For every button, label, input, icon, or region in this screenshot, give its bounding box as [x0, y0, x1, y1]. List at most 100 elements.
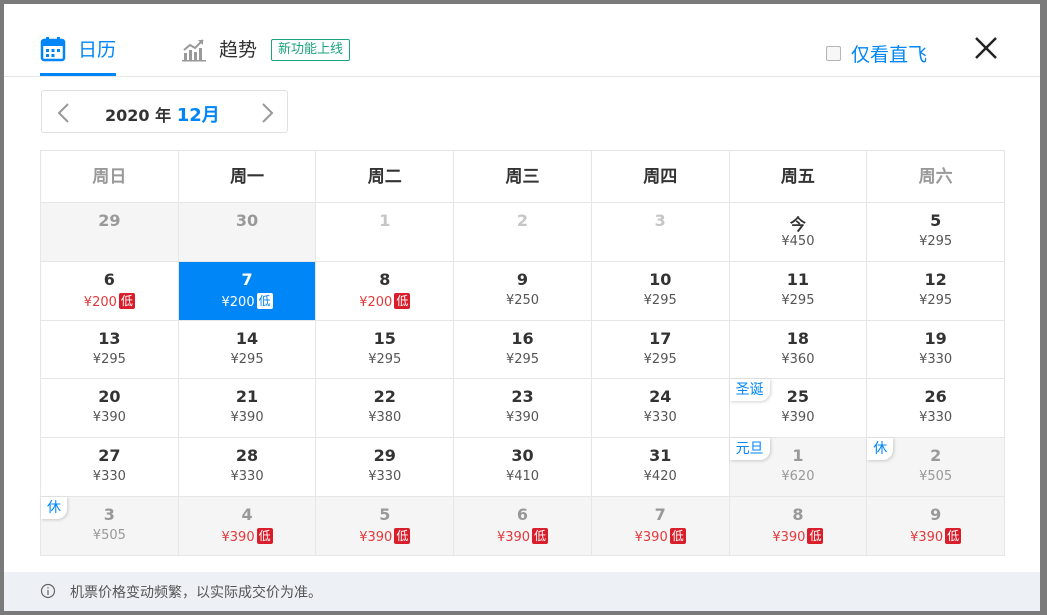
day-price: ¥620 — [781, 469, 815, 485]
day-price-row: ¥200 低 — [316, 292, 453, 310]
calendar-day[interactable]: 8 ¥200 低 — [316, 261, 455, 321]
direct-only-checkbox[interactable] — [826, 46, 841, 61]
calendar-day: 7 ¥390 低 — [591, 496, 730, 556]
chevron-left-icon[interactable] — [56, 102, 72, 124]
calendar-day[interactable]: 28 ¥330 — [178, 438, 317, 497]
day-price: ¥295 — [92, 351, 126, 367]
day-number: 今 — [789, 215, 806, 234]
weekday-header: 周六 — [867, 151, 1005, 203]
day-price: ¥390 — [505, 410, 540, 426]
day-price: ¥200 — [221, 294, 255, 310]
calendar-day[interactable]: 31 ¥420 — [591, 438, 730, 497]
info-icon — [40, 583, 56, 599]
calendar-day[interactable]: 22 ¥380 — [316, 379, 455, 439]
day-number: 24 — [649, 387, 672, 407]
day-price-row: ¥295 — [179, 352, 316, 367]
day-number: 18 — [786, 328, 810, 348]
calendar-day[interactable]: 15 ¥295 — [316, 320, 455, 380]
tab-calendar-label: 日历 — [78, 39, 117, 61]
day-number: 2 — [516, 211, 529, 230]
day-price-row: ¥390 — [179, 410, 316, 425]
calendar-day[interactable]: 21 ¥390 — [178, 379, 317, 439]
day-number: 30 — [511, 446, 534, 466]
day-price: ¥390 — [634, 529, 668, 545]
day-price: ¥295 — [368, 351, 402, 367]
calendar-day: 30 — [178, 203, 317, 262]
day-price: ¥330 — [230, 469, 264, 485]
day-price: ¥295 — [505, 351, 540, 367]
day-price-row: ¥330 — [41, 469, 178, 484]
calendar-day[interactable]: 9 ¥250 — [454, 261, 592, 321]
low-price-tag: 低 — [394, 292, 411, 309]
day-price-row: ¥330 — [179, 469, 316, 484]
day-price-row: ¥360 — [730, 352, 867, 367]
day-price-row: ¥330 — [867, 410, 1004, 425]
close-icon[interactable] — [970, 32, 1002, 64]
chevron-right-icon[interactable] — [259, 102, 275, 124]
calendar-day[interactable]: 11 ¥295 — [729, 261, 868, 321]
day-price-row: ¥505 — [41, 528, 178, 543]
tab-trend[interactable]: 趋势 新功能上线 — [181, 36, 351, 76]
low-price-tag: 低 — [669, 527, 686, 544]
calendar-day[interactable]: 24 ¥330 — [591, 379, 730, 439]
direct-only-label: 仅看直飞 — [851, 44, 928, 66]
calendar-day[interactable]: 今 ¥450 — [729, 203, 868, 262]
day-price-row: ¥390 — [454, 410, 591, 425]
day-price: ¥390 — [496, 529, 531, 545]
calendar-day: 元旦 1 ¥620 — [729, 438, 868, 497]
calendar-day: 6 ¥390 低 — [454, 496, 592, 556]
calendar-day-selected[interactable]: 7 ¥200 低 — [178, 261, 317, 321]
day-number: 21 — [235, 387, 259, 407]
price-notice: 机票价格变动频繁，以实际成交价为准。 — [4, 572, 1040, 611]
day-price: ¥295 — [643, 292, 677, 308]
day-price: ¥505 — [92, 527, 126, 543]
day-price: ¥390 — [92, 410, 126, 426]
day-number: 9 — [930, 504, 942, 524]
calendar-day[interactable]: 23 ¥390 — [454, 379, 592, 439]
month-selector: 2020 年 12月 — [41, 90, 288, 133]
low-price-tag: 低 — [256, 292, 273, 309]
day-number: 16 — [511, 328, 534, 348]
day-number: 8 — [379, 269, 391, 289]
day-number: 20 — [98, 387, 121, 407]
calendar-day[interactable]: 19 ¥330 — [867, 320, 1005, 380]
day-number: 13 — [98, 328, 121, 348]
day-price-row: ¥410 — [454, 469, 591, 484]
calendar-day[interactable]: 29 ¥330 — [316, 438, 455, 497]
calendar-day[interactable]: 16 ¥295 — [454, 320, 592, 380]
day-price: ¥330 — [368, 469, 402, 485]
weekday-header: 周二 — [316, 151, 455, 203]
direct-only-toggle[interactable]: 仅看直飞 — [826, 40, 927, 67]
day-number: 27 — [98, 446, 121, 466]
calendar-day[interactable]: 20 ¥390 — [41, 379, 179, 439]
day-price-row: ¥295 — [454, 352, 591, 367]
day-price: ¥250 — [505, 292, 540, 308]
day-number: 7 — [654, 504, 666, 524]
calendar-day[interactable]: 10 ¥295 — [591, 261, 730, 321]
year-label: 年 — [155, 106, 172, 125]
calendar-day[interactable]: 17 ¥295 — [591, 320, 730, 380]
day-price-row: ¥620 — [730, 469, 867, 484]
low-price-tag: 低 — [807, 527, 824, 544]
calendar-day[interactable]: 30 ¥410 — [454, 438, 592, 497]
calendar-day[interactable]: 12 ¥295 — [867, 261, 1005, 321]
calendar-day[interactable]: 13 ¥295 — [41, 320, 179, 380]
calendar-day[interactable]: 14 ¥295 — [178, 320, 317, 380]
calendar-day[interactable]: 26 ¥330 — [867, 379, 1005, 439]
calendar-day: 休 2 ¥505 — [867, 438, 1005, 497]
weekday-header: 周一 — [178, 151, 317, 203]
low-price-tag: 低 — [532, 527, 549, 544]
day-number: 29 — [373, 446, 396, 466]
calendar-day[interactable]: 圣诞 25 ¥390 — [729, 379, 868, 439]
calendar-icon — [40, 37, 66, 62]
calendar-day[interactable]: 5 ¥295 — [867, 203, 1005, 262]
day-number: 5 — [379, 504, 391, 524]
price-notice-text: 机票价格变动频繁，以实际成交价为准。 — [70, 585, 322, 601]
day-number: 3 — [654, 211, 666, 230]
day-number: 6 — [103, 269, 115, 289]
tab-calendar[interactable]: 日历 — [40, 36, 117, 76]
calendar-day[interactable]: 18 ¥360 — [729, 320, 868, 380]
calendar-day: 1 — [316, 203, 455, 262]
calendar-day[interactable]: 6 ¥200 低 — [41, 261, 179, 321]
calendar-day[interactable]: 27 ¥330 — [41, 438, 179, 497]
